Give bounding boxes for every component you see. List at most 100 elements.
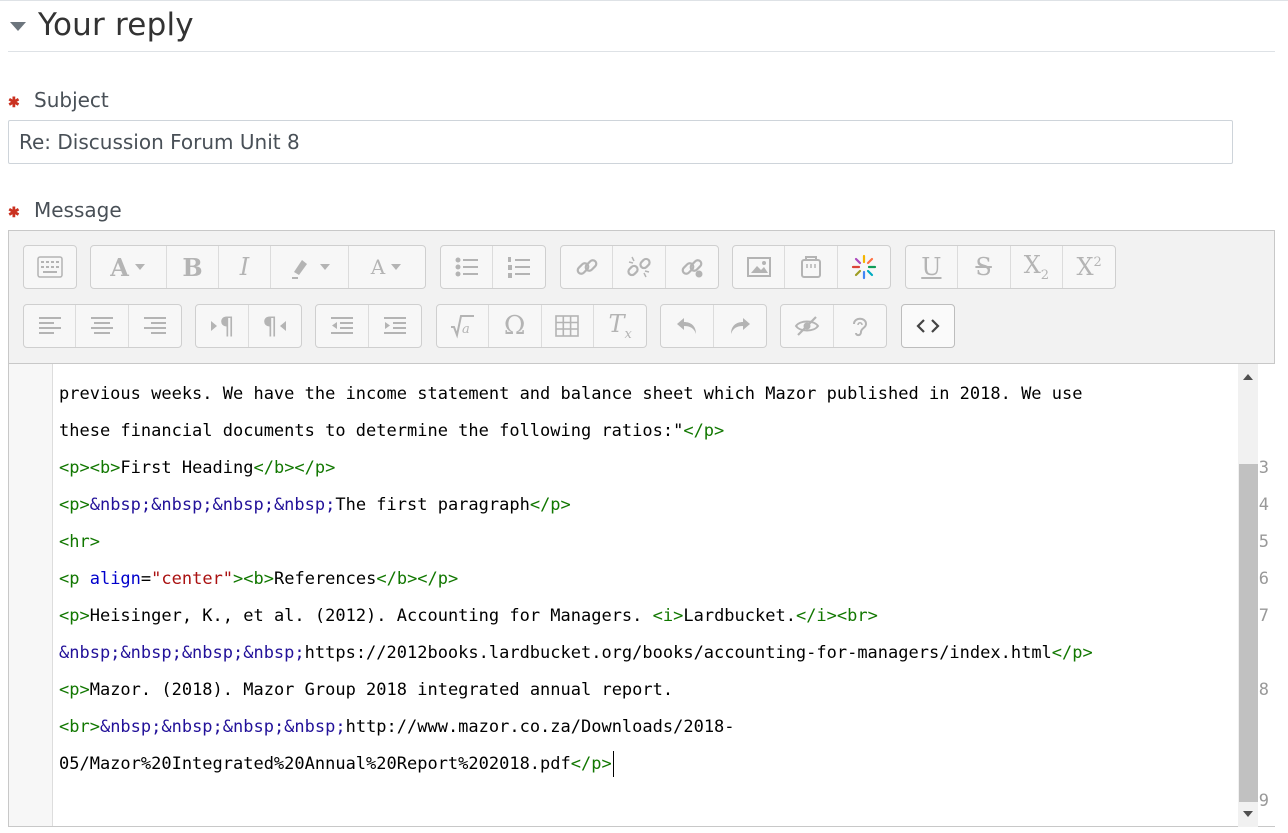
- scroll-down-icon[interactable]: [1243, 811, 1253, 817]
- toolbar-group-indent: [315, 304, 422, 348]
- media-icon[interactable]: [785, 246, 838, 288]
- undo-icon[interactable]: [661, 305, 714, 347]
- accessibility-checker-icon[interactable]: [781, 305, 834, 347]
- code-token: &nbsp;&nbsp;&nbsp;&nbsp;: [89, 495, 336, 515]
- code-line: <p>Heisinger, K., et al. (2012). Account…: [59, 598, 1093, 635]
- special-character-icon[interactable]: Ω: [489, 305, 542, 347]
- required-icon: ✱: [8, 94, 20, 110]
- numbered-list-icon[interactable]: [493, 246, 545, 288]
- toggle-toolbar-icon[interactable]: [24, 246, 76, 288]
- code-token: align: [89, 569, 141, 589]
- image-icon[interactable]: [733, 246, 785, 288]
- code-token: <br>: [59, 717, 100, 737]
- toolbar-group-lists: [440, 245, 546, 289]
- screenreader-helper-icon[interactable]: [834, 305, 886, 347]
- italic-icon[interactable]: I: [219, 246, 271, 288]
- code-token: previous weeks. We have the income state…: [59, 384, 1083, 404]
- code-line: <hr>: [59, 524, 1093, 561]
- code-token: these financial documents to determine t…: [59, 421, 684, 441]
- font-color-icon[interactable]: A: [349, 246, 425, 288]
- code-line: <p>&nbsp;&nbsp;&nbsp;&nbsp;The first par…: [59, 487, 1093, 524]
- font-style-icon[interactable]: A: [91, 246, 167, 288]
- code-line: these financial documents to determine t…: [59, 413, 1093, 450]
- code-token: ><b>: [233, 569, 274, 589]
- code-token: 05/Mazor%20Integrated%20Annual%20Report%…: [59, 754, 571, 774]
- code-token: <p>: [59, 606, 90, 626]
- toolbar-group-insert: a Ω Tx: [436, 304, 647, 348]
- toolbar-group-format: U S X2 X2: [905, 245, 1116, 289]
- html-source-icon[interactable]: [902, 305, 954, 347]
- redo-icon[interactable]: [714, 305, 766, 347]
- html-source-editor[interactable]: 3 4 5 6 7 8 9 previous weeks. We have th…: [8, 364, 1275, 827]
- code-token: &nbsp;&nbsp;&nbsp;&nbsp;: [59, 643, 305, 663]
- code-line: &nbsp;&nbsp;&nbsp;&nbsp;https://2012book…: [59, 635, 1093, 672]
- ltr-icon[interactable]: ¶: [196, 305, 249, 347]
- toolbar-group-links: [560, 245, 719, 289]
- code-line: previous weeks. We have the income state…: [59, 376, 1093, 413]
- line-number-gutter: [9, 364, 53, 826]
- svg-text:a: a: [462, 322, 470, 337]
- code-line: <br>&nbsp;&nbsp;&nbsp;&nbsp;http://www.m…: [59, 709, 1093, 746]
- superscript-icon[interactable]: X2: [1063, 246, 1115, 288]
- code-token: =: [140, 569, 152, 589]
- subject-label: Subject: [34, 88, 109, 112]
- code-token: <i>: [652, 606, 684, 626]
- toolbar-group-direction: ¶ ¶: [195, 304, 302, 348]
- code-token: </i><br>: [795, 606, 878, 626]
- code-token: </p>: [529, 495, 571, 515]
- section-header[interactable]: Your reply: [10, 0, 194, 50]
- toolbar-group-media: [732, 245, 891, 289]
- scroll-up-icon[interactable]: [1243, 374, 1253, 380]
- link-icon[interactable]: [561, 246, 613, 288]
- clear-formatting-icon[interactable]: Tx: [594, 305, 646, 347]
- code-token: </b></p>: [253, 458, 336, 478]
- code-token: Heisinger, K., et al. (2012). Accounting…: [89, 606, 653, 626]
- manage-links-icon[interactable]: [666, 246, 718, 288]
- equation-icon[interactable]: a: [437, 305, 489, 347]
- toolbar-group-accessibility: [780, 304, 887, 348]
- code-token: The first paragraph: [335, 495, 530, 515]
- highlight-color-icon[interactable]: [271, 246, 349, 288]
- unlink-icon[interactable]: [613, 246, 666, 288]
- bulleted-list-icon[interactable]: [441, 246, 493, 288]
- required-icon: ✱: [8, 204, 20, 220]
- align-center-icon[interactable]: [76, 305, 129, 347]
- toolbar-group-collapse: [23, 245, 77, 289]
- underline-icon[interactable]: U: [906, 246, 958, 288]
- recordrtc-icon[interactable]: [838, 246, 890, 288]
- collapse-caret-icon[interactable]: [10, 21, 26, 31]
- subject-input[interactable]: [8, 120, 1233, 164]
- strikethrough-icon[interactable]: S: [958, 246, 1011, 288]
- section-divider: [8, 51, 1275, 52]
- rtl-icon[interactable]: ¶: [249, 305, 301, 347]
- code-line: <p>Mazor. (2018). Mazor Group 2018 integ…: [59, 672, 1093, 709]
- code-token: First Heading: [120, 458, 254, 478]
- toolbar-group-history: [660, 304, 767, 348]
- scrollbar-thumb[interactable]: [1239, 464, 1258, 802]
- indent-icon[interactable]: [369, 305, 421, 347]
- table-icon[interactable]: [542, 305, 595, 347]
- code-token: References: [274, 569, 377, 589]
- toolbar-group-style: A B I A: [90, 245, 426, 289]
- align-right-icon[interactable]: [129, 305, 181, 347]
- code-token: </p>: [683, 421, 725, 441]
- toolbar-group-align: [23, 304, 182, 348]
- code-line: <p align="center"><b>References</b></p>: [59, 561, 1093, 598]
- code-token: Lardbucket.: [683, 606, 796, 626]
- section-title: Your reply: [38, 7, 194, 43]
- outdent-icon[interactable]: [316, 305, 369, 347]
- subscript-icon[interactable]: X2: [1011, 246, 1064, 288]
- align-left-icon[interactable]: [24, 305, 76, 347]
- code-line: <p><b>First Heading</b></p>: [59, 450, 1093, 487]
- code-token: &nbsp;&nbsp;&nbsp;&nbsp;: [99, 717, 346, 737]
- code-token: </p>: [570, 754, 612, 774]
- toolbar-group-html: [901, 304, 955, 348]
- code-token: <p>: [59, 680, 90, 700]
- code-token: </b></p>: [376, 569, 459, 589]
- code-token: <p><b>: [59, 458, 121, 478]
- code-token: <hr>: [59, 532, 100, 552]
- code-token: https://2012books.lardbucket.org/books/a…: [304, 643, 1052, 663]
- bold-icon[interactable]: B: [167, 246, 219, 288]
- editor-toolbar: A B I A U S X2 X2 ¶ ¶ a Ω Tx: [8, 230, 1275, 364]
- code-token: <p>: [59, 495, 90, 515]
